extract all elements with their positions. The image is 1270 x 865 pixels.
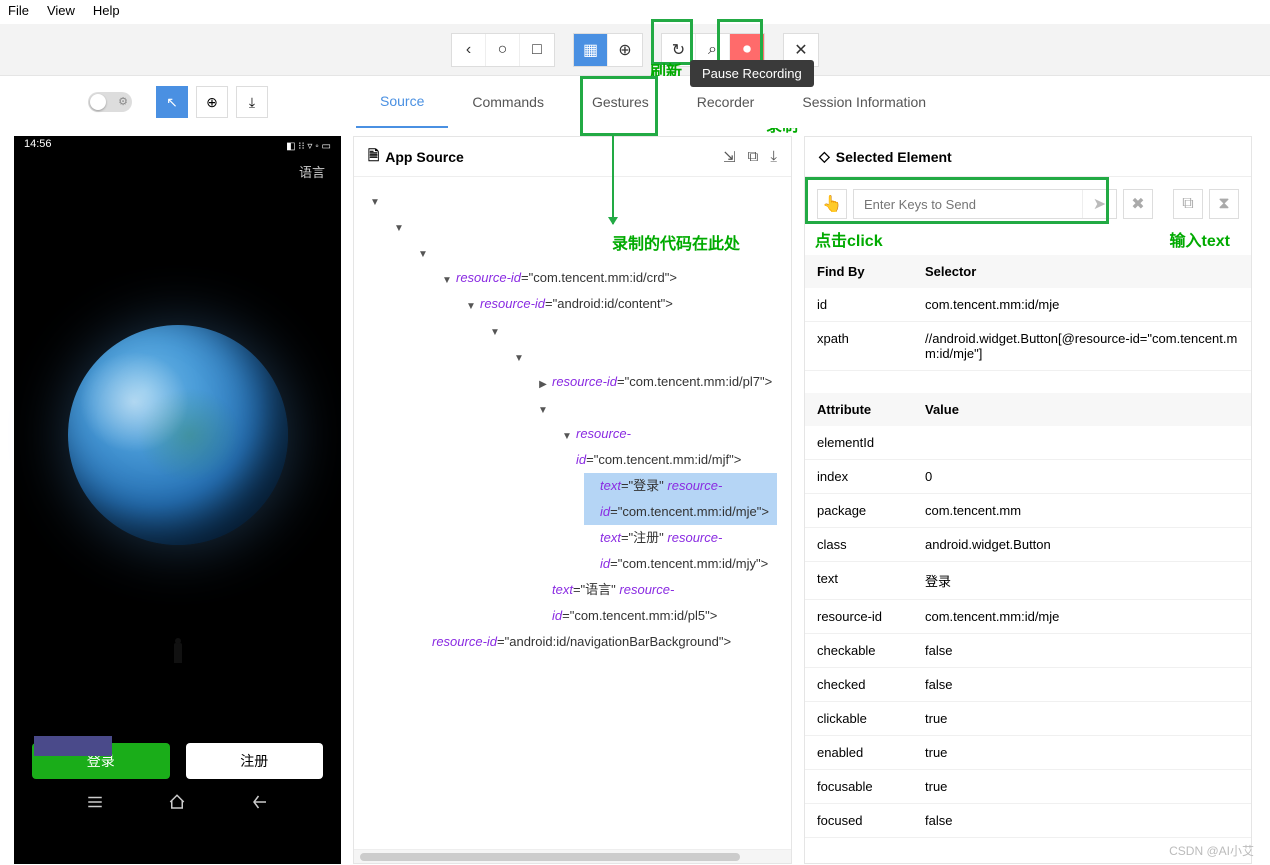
tree-node[interactable]: ▼resource-id="com.tencent.mm:id/mjf">: [560, 421, 777, 473]
horizontal-scrollbar[interactable]: [354, 849, 791, 863]
tree-node[interactable]: ▶resource-id="com.tencent.mm:id/pl7">: [536, 369, 777, 395]
table-row: checkedfalse: [805, 668, 1251, 702]
table-row: classandroid.widget.Button: [805, 528, 1251, 562]
selection-highlight: [34, 736, 112, 756]
xml-tree[interactable]: ▼▼▼▼resource-id="com.tencent.mm:id/crd">…: [354, 177, 791, 849]
crosshair-icon: ◇: [819, 148, 830, 165]
tree-node[interactable]: text="语言" resource-id="com.tencent.mm:id…: [536, 577, 777, 629]
sub-toolbar: ⚙ ↖ ⊕ ⤓ Source Commands Gestures Recorde…: [0, 76, 1270, 128]
app-source-title: App Source: [385, 149, 464, 165]
tab-source[interactable]: Source: [356, 76, 448, 128]
nav-recent-button[interactable]: □: [520, 34, 554, 66]
table-row: focusabletrue: [805, 770, 1251, 804]
nav-back-button[interactable]: ‹: [452, 34, 486, 66]
table-row: packagecom.tencent.mm: [805, 494, 1251, 528]
phone-navbar: [14, 779, 341, 817]
gear-icon: ⚙: [118, 95, 128, 108]
table-row: text登录: [805, 562, 1251, 600]
send-keys-button[interactable]: ➤: [1082, 190, 1116, 218]
selected-element-panel: ◇Selected Element 👆 ➤ ✖ ⧉ ⧗ 点击click 输入te…: [804, 136, 1252, 864]
send-keys-input[interactable]: [854, 190, 1082, 218]
web-mode-button[interactable]: ⊕: [608, 34, 642, 66]
tree-node[interactable]: ▼: [536, 395, 777, 421]
menu-view[interactable]: View: [47, 3, 75, 21]
table-row: idcom.tencent.mm:id/mje: [805, 288, 1251, 322]
tab-gestures[interactable]: Gestures: [568, 76, 673, 128]
menubar: File View Help: [0, 0, 1270, 24]
findby-header: Find By: [805, 255, 913, 288]
menu-help[interactable]: Help: [93, 3, 120, 21]
tree-node[interactable]: ▼resource-id="android:id/content">: [464, 291, 777, 317]
nav-home-icon[interactable]: [168, 793, 186, 811]
tree-node[interactable]: resource-id="android:id/navigationBarBac…: [416, 629, 777, 655]
toolbar-top: ‹ ○ □ ▦ ⊕ ↻ ⌕ ⏺ ✕: [0, 24, 1270, 76]
table-row: index0: [805, 460, 1251, 494]
phone-register-button[interactable]: 注册: [186, 743, 324, 779]
earth-image: [68, 325, 288, 545]
menu-file[interactable]: File: [8, 3, 29, 21]
table-row: checkablefalse: [805, 634, 1251, 668]
table-row: clickabletrue: [805, 702, 1251, 736]
findby-table: Find By Selector idcom.tencent.mm:id/mje…: [805, 255, 1251, 371]
table-row: focusedfalse: [805, 804, 1251, 838]
download-button[interactable]: ⤓: [236, 86, 268, 118]
annotation-input: 输入text: [1170, 227, 1230, 251]
tree-node[interactable]: text="注册" resource-id="com.tencent.mm:id…: [584, 525, 777, 577]
download-source-icon[interactable]: ⤓: [770, 148, 777, 166]
tree-node[interactable]: ▼: [512, 343, 777, 369]
watermark: CSDN @AI小艾: [1169, 842, 1254, 859]
tooltip-pause-recording: Pause Recording: [690, 60, 814, 87]
attributes-table: Attribute Value elementIdindex0packageco…: [805, 393, 1251, 838]
copy-element-button[interactable]: ⧉: [1173, 189, 1203, 219]
tab-commands[interactable]: Commands: [448, 76, 568, 128]
value-header: Value: [913, 393, 1251, 426]
inspect-button[interactable]: ↖: [156, 86, 188, 118]
phone-statusbar: 14:56 ◧ ⁝⁝ ▿ ◦ ▭: [14, 136, 341, 156]
swipe-button[interactable]: ⊕: [196, 86, 228, 118]
tree-node[interactable]: text="登录" resource-id="com.tencent.mm:id…: [584, 473, 777, 525]
phone-screenshot[interactable]: 14:56 ◧ ⁝⁝ ▿ ◦ ▭ 语言 登录 注册: [14, 136, 341, 864]
tap-button[interactable]: 👆: [817, 189, 847, 219]
file-icon: 🗎: [368, 145, 379, 169]
phone-language-button[interactable]: 语言: [14, 156, 341, 187]
tree-node[interactable]: ▼: [368, 187, 777, 213]
attribute-header: Attribute: [805, 393, 913, 426]
phone-status-icons: ◧ ⁝⁝ ▿ ◦ ▭: [286, 138, 331, 154]
person-silhouette: [174, 643, 182, 663]
table-row: enabledtrue: [805, 736, 1251, 770]
select-mode-button[interactable]: ▦: [574, 34, 608, 66]
table-row: resource-idcom.tencent.mm:id/mje: [805, 600, 1251, 634]
annotation-code-here: 录制的代码在此处: [612, 230, 740, 254]
toggle-switch[interactable]: ⚙: [88, 92, 132, 112]
table-row: xpath//android.widget.Button[@resource-i…: [805, 322, 1251, 371]
selected-element-title: Selected Element: [836, 149, 952, 165]
tab-bar: Source Commands Gestures Recorder Sessio…: [356, 76, 950, 128]
selector-header: Selector: [913, 255, 1251, 288]
nav-menu-icon[interactable]: [86, 793, 104, 811]
nav-home-button[interactable]: ○: [486, 34, 520, 66]
expand-icon[interactable]: ⇲: [723, 148, 736, 166]
copy-icon[interactable]: ⧉: [748, 148, 759, 166]
phone-time: 14:56: [24, 138, 52, 154]
tree-node[interactable]: ▼resource-id="com.tencent.mm:id/crd">: [440, 265, 777, 291]
clear-button[interactable]: ✖: [1123, 189, 1153, 219]
tree-node[interactable]: ▼: [488, 317, 777, 343]
timing-button[interactable]: ⧗: [1209, 189, 1239, 219]
phone-splash-image: [14, 187, 341, 743]
annotation-arrow: [612, 134, 614, 224]
nav-back-icon[interactable]: [251, 793, 269, 811]
table-row: elementId: [805, 426, 1251, 460]
